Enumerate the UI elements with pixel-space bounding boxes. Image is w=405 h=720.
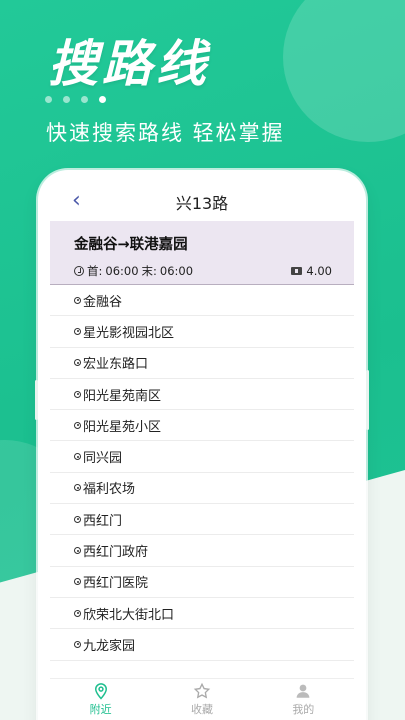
tab-profile[interactable]: 我的 [253,679,354,720]
stop-name: 西红门政府 [83,545,149,561]
stop-item[interactable]: 金融谷 [50,285,354,317]
stop-item[interactable]: 阳光星苑南区 [50,379,354,411]
stop-item[interactable]: 西红门 [50,504,354,536]
last-bus-label: 末: [141,264,157,278]
stop-dot-icon [74,578,81,586]
stop-dot-icon [74,296,81,304]
nav-bar: ‹ 兴13路 [50,183,354,221]
carousel-dot-active [99,96,106,103]
last-bus-time: 06:00 [159,264,194,278]
user-icon [296,684,310,698]
stop-dot-icon [74,547,81,555]
carousel-dot [81,96,88,103]
stop-dot-icon [74,609,81,617]
stop-name: 西红门医院 [83,576,149,592]
stop-name: 宏业东路口 [83,357,149,373]
first-bus-time: 06:00 [105,264,139,278]
promo-subline: 快速搜索路线 轻松掌握 [46,121,285,145]
location-pin-icon [94,683,107,700]
tab-favorites[interactable]: 收藏 [151,679,252,720]
route-summary-card: 金融谷→联港嘉园 首: 06:00 末: 06:00 4.00 [50,221,354,285]
stop-dot-icon [74,390,81,398]
stop-name: 星光影视园北区 [83,325,175,341]
stop-item[interactable]: 九龙家园 [50,629,354,661]
stop-name: 西红门 [83,513,123,529]
tab-nearby[interactable]: 附近 [50,679,151,720]
stop-name: 同兴园 [83,451,123,467]
promo-headline: 搜路线 [48,35,210,93]
clock-icon [74,266,84,276]
stop-dot-icon [74,453,81,461]
stop-name: 九龙家园 [83,638,136,654]
ticket-icon [291,267,303,275]
tab-label: 收藏 [190,703,213,716]
stop-name: 金融谷 [83,294,123,310]
route-fare: 4.00 [291,263,332,279]
stop-item[interactable]: 星光影视园北区 [50,316,354,348]
stop-item[interactable]: 西红门政府 [50,535,354,567]
tab-label: 附近 [89,703,112,716]
first-bus-label: 首: [87,264,103,278]
stop-dot-icon [74,515,81,523]
fare-value: 4.00 [306,264,332,278]
stop-item[interactable]: 阳光星苑小区 [50,410,354,442]
route-direction: 金融谷→联港嘉园 [74,237,188,253]
carousel-dot [45,96,52,103]
page-title: 兴13路 [175,194,229,213]
decor-circle [283,0,405,142]
bottom-tab-bar: 附近 收藏 我的 [50,678,354,720]
carousel-dot [63,96,70,103]
carousel-dots [45,96,106,103]
stop-item[interactable]: 同兴园 [50,441,354,473]
stop-dot-icon [74,421,81,429]
app-screen: ‹ 兴13路 金融谷→联港嘉园 首: 06:00 末: 06:00 4.00 金… [50,183,354,720]
stop-item[interactable]: 欣荣北大街北口 [50,598,354,630]
stop-dot-icon [74,640,81,648]
stop-dot-icon [74,359,81,367]
stop-dot-icon [74,327,81,335]
stop-item[interactable]: 宏业东路口 [50,348,354,379]
chevron-left-icon[interactable]: ‹ [72,189,81,213]
stop-dot-icon [74,484,81,492]
stop-name: 阳光星苑小区 [83,419,162,435]
tab-label: 我的 [292,703,315,716]
route-meta: 首: 06:00 末: 06:00 4.00 [74,263,332,279]
stop-name: 福利农场 [83,482,136,498]
stop-name: 欣荣北大街北口 [83,607,175,623]
route-times: 首: 06:00 末: 06:00 [74,263,193,279]
stop-name: 阳光星苑南区 [83,388,162,404]
star-icon [193,682,211,699]
phone-frame: ‹ 兴13路 金融谷→联港嘉园 首: 06:00 末: 06:00 4.00 金… [35,170,369,720]
phone-side-button [366,370,369,430]
stop-item[interactable]: 西红门医院 [50,567,354,598]
phone-side-button [35,380,38,420]
stop-item[interactable]: 福利农场 [50,473,354,505]
stop-list: 金融谷 星光影视园北区 宏业东路口 阳光星苑南区 阳光星苑小区 同兴园 福利农场… [50,285,354,661]
